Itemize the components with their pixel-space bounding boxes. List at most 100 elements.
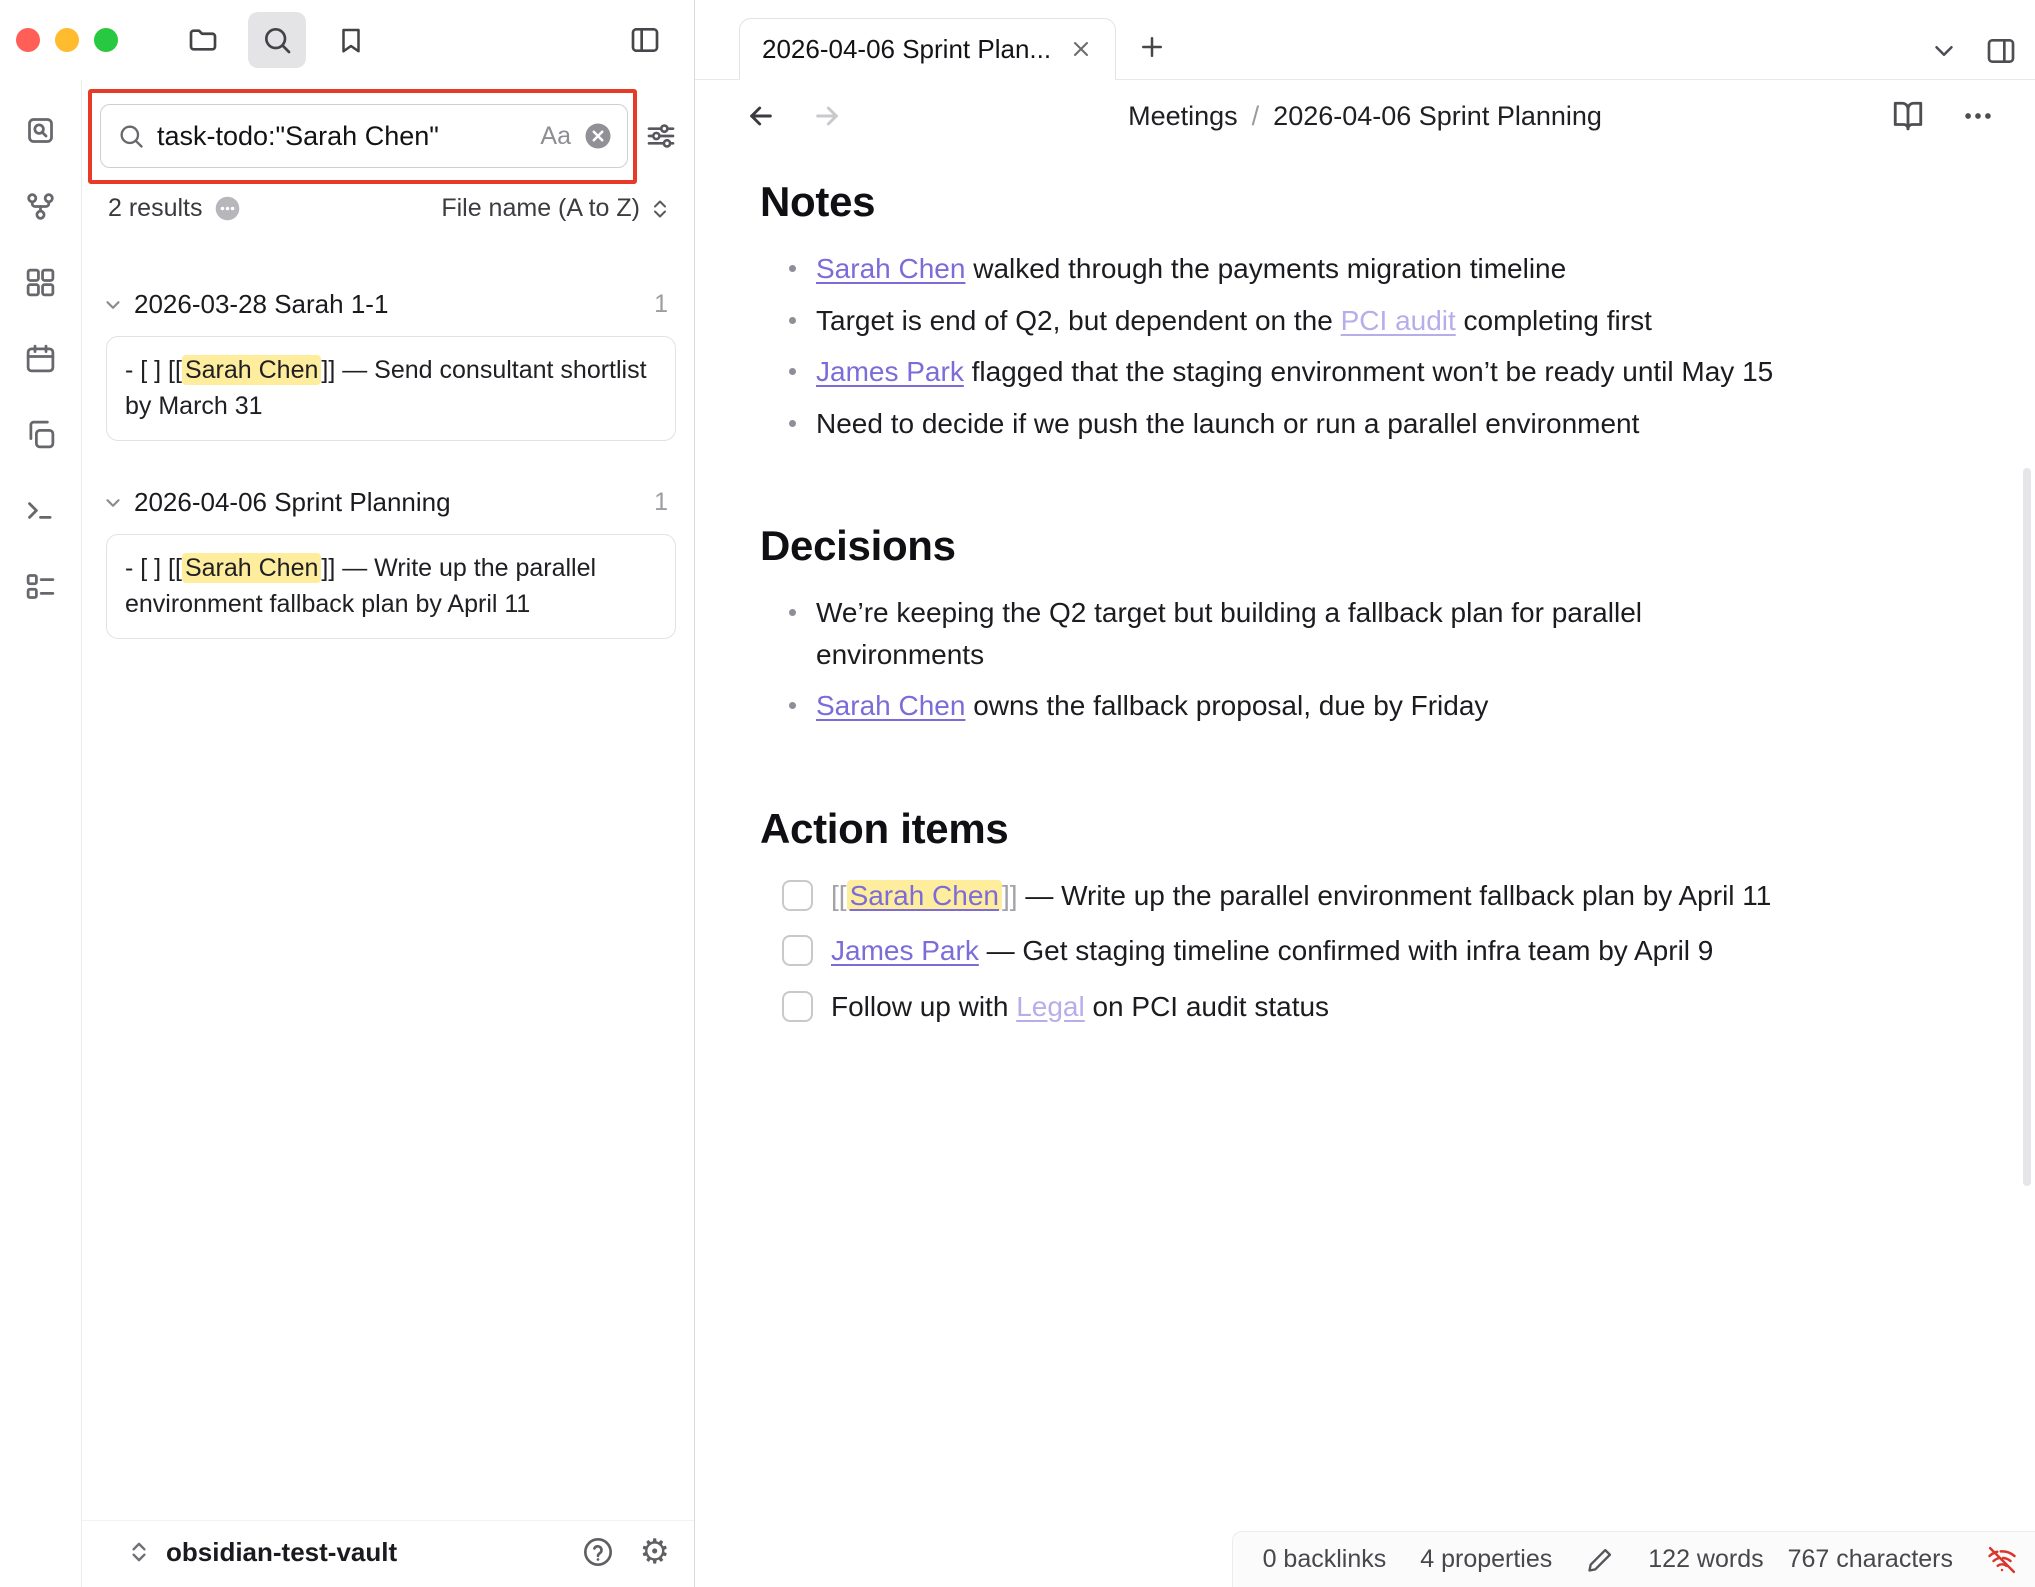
section-heading-decisions: Decisions <box>760 522 1975 570</box>
internal-link-unresolved[interactable]: PCI audit <box>1341 305 1456 336</box>
match-highlight: Sarah Chen <box>182 553 321 583</box>
wikilink-brackets: [[ <box>831 880 847 911</box>
quick-switcher-button[interactable] <box>19 110 63 150</box>
internal-link-highlighted[interactable]: Sarah Chen <box>847 880 1002 911</box>
vault-switcher[interactable]: obsidian-test-vault ⚙ <box>82 1520 694 1587</box>
settings-button[interactable]: ⚙ <box>640 1535 670 1569</box>
item-text: flagged that the staging environment won… <box>964 356 1773 387</box>
more-horizontal-icon <box>1961 99 1995 133</box>
action-items-list: [[Sarah Chen]] — Write up the parallel e… <box>760 875 1975 1027</box>
task-checkbox[interactable] <box>782 880 813 911</box>
layout-grid-icon <box>24 266 57 299</box>
sort-order-button[interactable]: File name (A to Z) <box>441 194 672 223</box>
task-item: Follow up with Legal on PCI audit status <box>782 986 1975 1027</box>
item-text: walked through the payments migration ti… <box>965 253 1566 284</box>
help-button[interactable] <box>582 1536 614 1568</box>
book-open-icon <box>1891 99 1925 133</box>
breadcrumb-separator: / <box>1252 101 1260 132</box>
sliders-icon <box>645 120 677 152</box>
search-result-item[interactable]: - [ ] [[Sarah Chen]] — Send consultant s… <box>106 336 676 441</box>
vault-name: obsidian-test-vault <box>166 1537 556 1568</box>
match-case-toggle[interactable]: Aa <box>540 122 571 151</box>
navigate-forward-button[interactable] <box>811 100 843 132</box>
tab-title: 2026-04-06 Sprint Plan... <box>762 34 1051 65</box>
files-button[interactable] <box>174 12 232 68</box>
sync-status-button[interactable] <box>1987 1545 2017 1575</box>
search-result-item[interactable]: - [ ] [[Sarah Chen]] — Write up the para… <box>106 534 676 639</box>
terminal-icon <box>24 494 57 527</box>
copy-icon <box>24 418 57 451</box>
search-row: Aa <box>100 104 684 168</box>
templates-button[interactable] <box>19 414 63 454</box>
reading-mode-button[interactable] <box>1891 99 1925 133</box>
chevron-down-icon <box>102 294 124 316</box>
breadcrumb-current[interactable]: 2026-04-06 Sprint Planning <box>1273 101 1602 132</box>
task-item: James Park — Get staging timeline confir… <box>782 930 1975 971</box>
more-options-button[interactable] <box>1961 99 1995 133</box>
view-header: Meetings / 2026-04-06 Sprint Planning <box>695 80 2035 152</box>
layout-list-icon <box>24 570 57 603</box>
arrow-left-icon <box>745 100 777 132</box>
search-settings-button[interactable] <box>638 113 684 159</box>
wifi-off-icon <box>1987 1545 2017 1575</box>
navigate-back-button[interactable] <box>745 100 777 132</box>
tab-bar: 2026-04-06 Sprint Plan... <box>695 0 2035 80</box>
item-text: Need to decide if we push the launch or … <box>816 408 1639 439</box>
task-checkbox[interactable] <box>782 935 813 966</box>
clear-circle-icon <box>583 121 613 151</box>
item-text: on PCI audit status <box>1085 991 1329 1022</box>
properties-count[interactable]: 4 properties <box>1420 1545 1552 1574</box>
search-box: Aa <box>100 104 628 168</box>
bookmark-icon <box>336 25 366 55</box>
left-sidebar-toggle-button[interactable] <box>616 12 674 68</box>
item-text: environments <box>816 639 984 670</box>
task-checkbox[interactable] <box>782 991 813 1022</box>
clear-search-button[interactable] <box>583 121 613 151</box>
calendar-icon <box>24 342 57 375</box>
bookmarks-button[interactable] <box>322 12 380 68</box>
list-item: We’re keeping the Q2 target but building… <box>786 592 1946 675</box>
daily-note-button[interactable] <box>19 338 63 378</box>
task-item: [[Sarah Chen]] — Write up the parallel e… <box>782 875 1975 916</box>
scrollbar[interactable] <box>2023 468 2031 1186</box>
workspace-button[interactable] <box>19 566 63 606</box>
close-tab-button[interactable] <box>1069 37 1093 61</box>
list-item: Target is end of Q2, but dependent on th… <box>786 300 1946 341</box>
internal-link[interactable]: Sarah Chen <box>816 690 965 721</box>
window-controls <box>16 28 118 52</box>
search-input[interactable] <box>157 121 528 152</box>
result-group-header[interactable]: 2026-04-06 Sprint Planning 1 <box>82 477 694 528</box>
new-tab-button[interactable] <box>1124 19 1180 75</box>
breadcrumb-parent[interactable]: Meetings <box>1128 101 1238 132</box>
search-icon <box>261 24 293 56</box>
internal-link[interactable]: Sarah Chen <box>816 253 965 284</box>
zoom-window-button[interactable] <box>94 28 118 52</box>
terminal-button[interactable] <box>19 490 63 530</box>
results-info-button[interactable] <box>214 195 241 222</box>
file-search-icon <box>24 114 57 147</box>
result-file-name: 2026-03-28 Sarah 1-1 <box>134 289 644 320</box>
match-pre: - [ ] [[ <box>125 356 182 384</box>
internal-link[interactable]: James Park <box>831 935 979 966</box>
result-count-badge: 1 <box>654 290 668 319</box>
search-icon <box>117 122 145 150</box>
backlinks-count[interactable]: 0 backlinks <box>1263 1545 1387 1574</box>
internal-link-unresolved[interactable]: Legal <box>1016 991 1085 1022</box>
internal-link[interactable]: James Park <box>816 356 964 387</box>
search-tab-button[interactable] <box>248 12 306 68</box>
result-group-header[interactable]: 2026-03-28 Sarah 1-1 1 <box>82 279 694 330</box>
help-icon <box>582 1536 614 1568</box>
close-window-button[interactable] <box>16 28 40 52</box>
results-meta: 2 results File name (A to Z) <box>108 194 672 223</box>
canvas-button[interactable] <box>19 262 63 302</box>
tab-list-button[interactable] <box>1929 36 1959 66</box>
minimize-window-button[interactable] <box>55 28 79 52</box>
tab-active[interactable]: 2026-04-06 Sprint Plan... <box>739 18 1116 80</box>
item-text: — Write up the parallel environment fall… <box>1018 880 1772 911</box>
left-sidebar: Aa 2 results <box>0 0 695 1587</box>
result-file-name: 2026-04-06 Sprint Planning <box>134 487 644 518</box>
graph-view-button[interactable] <box>19 186 63 226</box>
right-sidebar-toggle-button[interactable] <box>1985 35 2017 67</box>
edit-toggle-button[interactable] <box>1586 1546 1614 1574</box>
item-text: owns the fallback proposal, due by Frida… <box>965 690 1488 721</box>
